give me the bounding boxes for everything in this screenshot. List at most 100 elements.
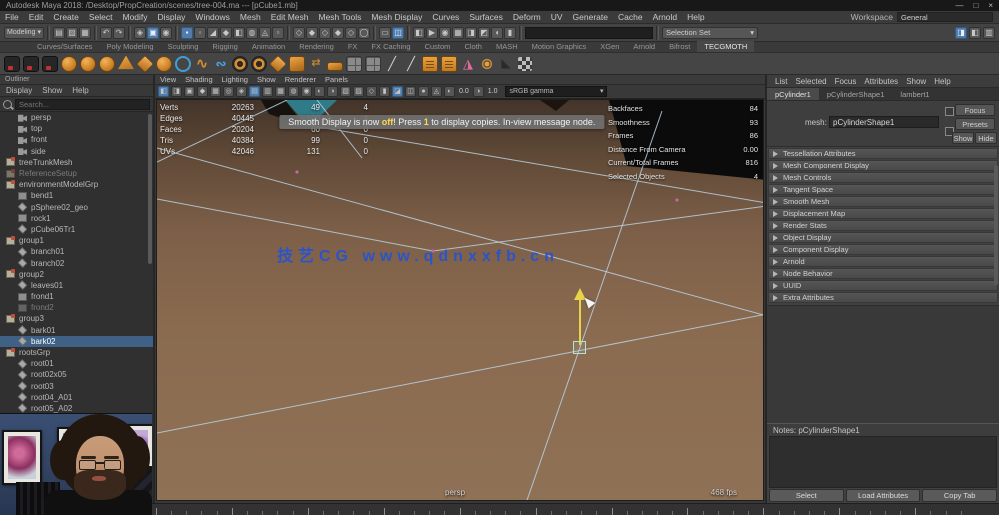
isolate-select-icon[interactable]: ◇ (366, 86, 377, 97)
shelf-tab-cloth[interactable]: Cloth (457, 41, 489, 52)
shelf-tab-arnold[interactable]: Arnold (626, 41, 662, 52)
file-new-icon[interactable]: ▤ (53, 27, 65, 39)
snap-curve-icon[interactable]: ◆ (306, 27, 318, 39)
section-mesh-controls[interactable]: Mesh Controls (768, 172, 998, 183)
lookdev-icon[interactable]: ◖ (491, 27, 503, 39)
file-save-icon[interactable]: ▦ (79, 27, 91, 39)
shelf-tab-mash[interactable]: MASH (489, 41, 525, 52)
menu-help[interactable]: Help (682, 12, 709, 22)
joints-xray-icon[interactable]: ◪ (392, 86, 403, 97)
wireframe-icon[interactable]: ▥ (262, 86, 273, 97)
redo-icon[interactable]: ↷ (113, 27, 125, 39)
menu-select[interactable]: Select (84, 12, 118, 22)
gamma-icon[interactable]: ◑ (473, 86, 484, 97)
menu-modify[interactable]: Modify (118, 12, 153, 22)
snap-point-icon[interactable]: ◇ (319, 27, 331, 39)
section-component-display[interactable]: Component Display (768, 244, 998, 255)
outliner-item-top[interactable]: top (0, 123, 153, 134)
outliner-menu-help[interactable]: Help (72, 85, 88, 96)
mask-edge-icon[interactable]: ◢ (207, 27, 219, 39)
focus-button[interactable]: Focus (955, 104, 995, 116)
hud-toggle-icon[interactable]: ◬ (431, 86, 442, 97)
ae-menu-show[interactable]: Show (906, 75, 926, 87)
uv-checker-icon[interactable] (517, 56, 533, 72)
manipulator-axis[interactable] (579, 299, 581, 345)
pause-viewport-icon[interactable]: ▮ (504, 27, 516, 39)
ipr-render-icon[interactable]: ◉ (439, 27, 451, 39)
poly-circle-icon[interactable] (175, 56, 191, 72)
target-weld-icon[interactable] (479, 56, 495, 72)
snap-projected-center-icon[interactable]: ◆ (332, 27, 344, 39)
mask-uv-icon[interactable]: ◧ (233, 27, 245, 39)
selected-vertex[interactable] (573, 341, 586, 354)
menu-uv[interactable]: UV (546, 12, 568, 22)
mask-vertex-icon[interactable]: ◦ (194, 27, 206, 39)
shelf-tab-bifrost[interactable]: Bifrost (662, 41, 697, 52)
panel-menu-show[interactable]: Show (257, 75, 276, 84)
bird-brush-icon[interactable]: ◣ (498, 56, 514, 72)
panel-menu-view[interactable]: View (160, 75, 176, 84)
exposure-icon[interactable]: ◐ (444, 86, 455, 97)
panel-menu-lighting[interactable]: Lighting (222, 75, 248, 84)
attribute-editor-toggle-icon[interactable]: ◨ (955, 27, 967, 39)
shelf-tab-sculpting[interactable]: Sculpting (161, 41, 206, 52)
poly-helix-icon[interactable]: ∿ (194, 56, 210, 72)
menu-generate[interactable]: Generate (568, 12, 613, 22)
notes-field[interactable] (769, 436, 997, 488)
shelf-tab-curves-surfaces[interactable]: Curves/Surfaces (30, 41, 99, 52)
menu-mesh-display[interactable]: Mesh Display (366, 12, 427, 22)
load-attributes-button[interactable]: Load Attributes (846, 489, 921, 502)
outliner-item-branch01[interactable]: branch01 (0, 246, 153, 257)
panel-menu-renderer[interactable]: Renderer (285, 75, 316, 84)
mask-lock-icon[interactable]: ▫ (272, 27, 284, 39)
select-camera-icon[interactable]: ◧ (158, 86, 169, 97)
menu-display[interactable]: Display (153, 12, 191, 22)
menu-curves[interactable]: Curves (427, 12, 464, 22)
outliner-item-bark02[interactable]: bark02 (0, 336, 153, 347)
checkbox-1[interactable] (945, 107, 954, 116)
attribute-editor-scrollbar[interactable] (994, 165, 998, 285)
camera-attributes-icon[interactable]: ▣ (184, 86, 195, 97)
shelf-tab-animation[interactable]: Animation (245, 41, 292, 52)
maximize-button[interactable]: □ (973, 0, 978, 11)
image-plane-icon[interactable]: ▦ (210, 86, 221, 97)
outliner-item-root02x05[interactable]: root02x05 (0, 369, 153, 380)
outliner-item-branch02[interactable]: branch02 (0, 257, 153, 268)
section-displacement-map[interactable]: Displacement Map (768, 208, 998, 219)
poly-pyramid-icon[interactable] (136, 54, 154, 72)
section-object-display[interactable]: Object Display (768, 232, 998, 243)
outliner-item-environmentModelGrp[interactable]: environmentModelGrp (0, 179, 153, 190)
ae-menu-attributes[interactable]: Attributes (864, 75, 898, 87)
use-all-lights-icon[interactable]: ◉ (301, 86, 312, 97)
outliner-item-persp[interactable]: persp (0, 112, 153, 123)
outliner-item-bend1[interactable]: bend1 (0, 190, 153, 201)
outliner-item-leaves01[interactable]: leaves01 (0, 280, 153, 291)
outliner-item-group2[interactable]: group2 (0, 269, 153, 280)
multi-cut-grid-icon[interactable] (346, 56, 362, 72)
menu-edit[interactable]: Edit (24, 12, 49, 22)
shelf-tab-tecgmoth[interactable]: TECGMOTH (697, 41, 754, 52)
hide-button[interactable]: Hide (975, 132, 997, 144)
fog-icon[interactable]: ● (418, 86, 429, 97)
minimize-button[interactable]: — (955, 0, 963, 11)
shelf-tab-custom[interactable]: Custom (418, 41, 458, 52)
highlight-selection-icon[interactable]: ▪ (181, 27, 193, 39)
grid-panel-icon[interactable] (365, 56, 381, 72)
search-input[interactable] (15, 99, 150, 110)
construction-history-icon[interactable]: ▭ (379, 27, 391, 39)
2d-pan-zoom-icon[interactable]: ◎ (223, 86, 234, 97)
quad-draw-icon[interactable]: ╱ (384, 56, 400, 72)
knife-tool-icon[interactable]: ◮ (460, 56, 476, 72)
shelf-tab-xgen[interactable]: XGen (593, 41, 626, 52)
outliner-item-frond2[interactable]: frond2 (0, 302, 153, 313)
poly-gear-icon[interactable] (251, 56, 267, 72)
tool-settings-toggle-icon[interactable]: ◧ (969, 27, 981, 39)
outliner-menu-display[interactable]: Display (6, 85, 32, 96)
outliner-item-side[interactable]: side (0, 146, 153, 157)
poly-mirror-icon[interactable]: ⇄ (308, 56, 324, 72)
menu-surfaces[interactable]: Surfaces (464, 12, 508, 22)
render-settings-icon[interactable]: ◨ (465, 27, 477, 39)
section-render-stats[interactable]: Render Stats (768, 220, 998, 231)
bookmark-icon[interactable]: ◆ (197, 86, 208, 97)
menu-create[interactable]: Create (48, 12, 84, 22)
